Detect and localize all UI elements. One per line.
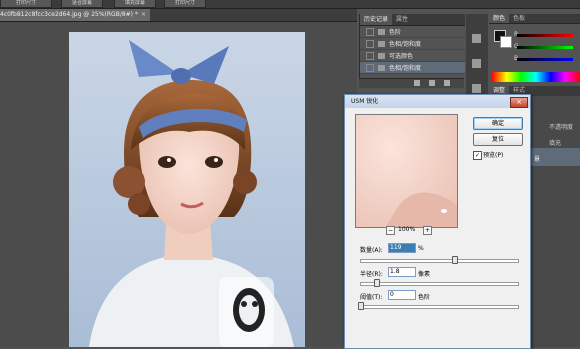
preview-checkbox-label: 预览(P): [483, 152, 504, 159]
radius-slider-thumb[interactable]: [374, 279, 380, 287]
history-item[interactable]: 可选颜色: [360, 50, 465, 62]
checkbox-icon[interactable]: [366, 27, 374, 36]
preview-image: [356, 115, 457, 227]
threshold-unit: 色阶: [418, 294, 431, 301]
reset-button[interactable]: 复位: [473, 133, 523, 146]
history-item[interactable]: 色阶: [360, 26, 465, 38]
threshold-slider-thumb[interactable]: [358, 302, 364, 310]
panel-icon[interactable]: [472, 84, 481, 93]
fill-label: 填充: [549, 140, 562, 147]
amount-label: 数量(A):: [360, 247, 383, 254]
document-tab[interactable]: 4c0fb812c8fcc3ce2d64.jpg @ 25%(RGB/8#) *…: [0, 9, 150, 21]
zoom-out-button[interactable]: −: [386, 226, 395, 235]
radius-input[interactable]: 1.8: [388, 267, 416, 277]
print-size-button[interactable]: 打印尺寸: [0, 0, 52, 8]
unsharp-mask-dialog: USM 锐化 × 确定 复位 ✓ 预览(P) − 100% + 数量(A): 1…: [344, 94, 531, 349]
history-panel-footer: [359, 78, 464, 88]
checkbox-icon[interactable]: [366, 51, 374, 60]
history-item-label: 色相/饱和度: [389, 41, 422, 48]
preview-pane[interactable]: [355, 114, 458, 228]
radius-unit: 像素: [418, 271, 431, 278]
history-item-label: 可选颜色: [389, 53, 414, 60]
red-slider[interactable]: [517, 34, 573, 37]
ok-button[interactable]: 确定: [473, 117, 523, 130]
threshold-input[interactable]: 0: [388, 290, 416, 300]
history-item-label: 色相/饱和度: [389, 65, 422, 72]
zoom-in-button[interactable]: +: [423, 226, 432, 235]
amount-slider-thumb[interactable]: [452, 256, 458, 264]
opacity-label: 不透明度: [549, 124, 574, 131]
zoom-level: 100%: [398, 226, 416, 233]
background-color-swatch[interactable]: [500, 36, 512, 48]
green-slider[interactable]: [517, 46, 573, 49]
tab-swatches[interactable]: 色板: [509, 14, 529, 23]
history-item[interactable]: 色相/饱和度: [360, 38, 465, 50]
history-item-selected[interactable]: 色相/饱和度: [360, 62, 465, 74]
panel-icon[interactable]: [472, 59, 481, 68]
panel-icon[interactable]: [472, 34, 481, 43]
close-icon[interactable]: ×: [510, 97, 528, 108]
tab-history[interactable]: 历史记录: [360, 14, 393, 25]
history-panel: 历史记录 属性 色阶 色相/饱和度 可选颜色 色相/饱和度: [359, 14, 465, 86]
fit-screen-button[interactable]: 适合屏幕: [61, 0, 103, 8]
radius-label: 半径(R):: [360, 271, 383, 278]
amount-input[interactable]: 119: [388, 243, 416, 253]
print-size-button-2[interactable]: 打印尺寸: [164, 0, 206, 8]
layer-name: 景: [534, 156, 541, 163]
layer-thumb-icon: [378, 28, 385, 35]
fill-screen-button[interactable]: 填充屏幕: [114, 0, 156, 8]
layer-thumb-icon: [378, 40, 385, 47]
camera-icon[interactable]: [429, 80, 435, 86]
radius-slider[interactable]: [360, 282, 519, 286]
blue-slider[interactable]: [517, 58, 573, 61]
tab-properties[interactable]: 属性: [392, 14, 412, 25]
document-title: 4c0fb812c8fcc3ce2d64.jpg @ 25%(RGB/8#) *: [0, 11, 138, 18]
history-item-label: 色阶: [389, 29, 402, 36]
layer-thumb-icon: [378, 64, 385, 71]
dialog-titlebar[interactable]: USM 锐化: [345, 95, 530, 108]
portrait-illustration: [69, 32, 305, 347]
snapshot-icon[interactable]: [414, 80, 420, 86]
threshold-slider[interactable]: [360, 305, 519, 309]
tab-color[interactable]: 颜色: [489, 14, 510, 23]
dialog-title: USM 锐化: [351, 98, 379, 105]
preview-checkbox[interactable]: ✓: [473, 151, 482, 160]
document-image[interactable]: [69, 32, 305, 347]
trash-icon[interactable]: [444, 80, 450, 86]
checkbox-icon[interactable]: [366, 63, 374, 72]
checkbox-icon[interactable]: [366, 39, 374, 48]
layer-thumb-icon: [378, 52, 385, 59]
close-tab-icon[interactable]: ×: [141, 11, 146, 18]
threshold-label: 阈值(T):: [360, 294, 383, 301]
color-spectrum[interactable]: [492, 72, 580, 82]
amount-slider[interactable]: [360, 259, 519, 263]
amount-unit: %: [418, 245, 424, 252]
